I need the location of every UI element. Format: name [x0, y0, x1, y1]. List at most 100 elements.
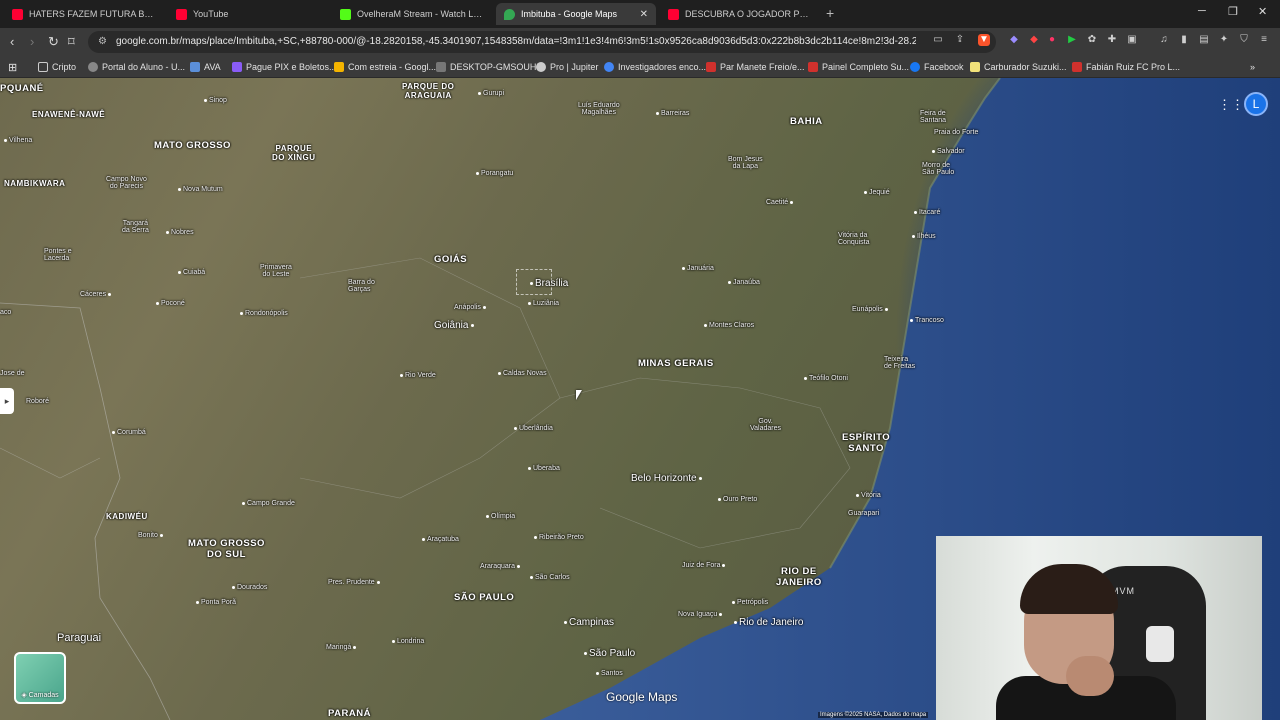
- brave-shield-icon[interactable]: ▼: [978, 34, 990, 46]
- city-londrina[interactable]: Londrina: [392, 638, 424, 645]
- city-caldas-novas[interactable]: Caldas Novas: [498, 370, 547, 377]
- city-caetite[interactable]: Caetité: [766, 199, 795, 206]
- tab-youtube[interactable]: YouTube: [168, 3, 328, 25]
- city-itacare[interactable]: Itacaré: [914, 209, 940, 216]
- site-info-icon[interactable]: ⚙: [98, 36, 107, 47]
- bookmark-portal-aluno[interactable]: Portal do Aluno - U...: [88, 60, 185, 74]
- city-bonito[interactable]: Bonito: [138, 532, 165, 539]
- extension-icon[interactable]: ●: [1046, 34, 1058, 46]
- city-aracatuba[interactable]: Araçatuba: [422, 536, 459, 543]
- city-juiz-de-fora[interactable]: Juiz de Fora: [682, 562, 727, 569]
- country-paraguai[interactable]: Paraguai: [57, 632, 101, 644]
- city-janauba[interactable]: Janaúba: [728, 279, 760, 286]
- city-luziania[interactable]: Luziânia: [528, 300, 559, 307]
- city-praia-do-forte[interactable]: Praia do Forte: [934, 129, 978, 136]
- extension-icon[interactable]: ◆: [1028, 34, 1040, 46]
- sidebar-icon[interactable]: ▮: [1178, 34, 1190, 46]
- close-icon[interactable]: ✕: [640, 9, 648, 20]
- city-vitoria[interactable]: Vitória: [856, 492, 881, 499]
- more-bookmarks-icon[interactable]: »: [1250, 60, 1255, 74]
- account-avatar[interactable]: L: [1244, 92, 1268, 116]
- bookmark-icon[interactable]: ⌑: [68, 34, 75, 50]
- city-rio-verde[interactable]: Rio Verde: [400, 372, 436, 379]
- reload-icon[interactable]: ↻: [48, 34, 59, 50]
- city-corumba[interactable]: Corumbá: [112, 429, 146, 436]
- extensions-puzzle-icon[interactable]: ✚: [1106, 34, 1118, 46]
- city-araraquara[interactable]: Araraquara: [480, 563, 522, 570]
- map-attribution[interactable]: Imagens ©2025 NASA, Dados do mapa: [818, 712, 929, 718]
- bookmark-painel[interactable]: Painel Completo Su...: [808, 60, 909, 74]
- city-caceres[interactable]: Cáceres: [80, 291, 113, 298]
- wallet-icon[interactable]: ▤: [1198, 34, 1210, 46]
- city-maringa[interactable]: Maringá: [326, 644, 358, 651]
- city-januaria[interactable]: Januária: [682, 265, 714, 272]
- forward-icon[interactable]: ›: [30, 34, 34, 49]
- bookmark-desktop[interactable]: DESKTOP-GMSOUHF: [436, 60, 542, 74]
- city-campo-novo[interactable]: Campo Novo do Parecis: [106, 176, 147, 190]
- city-jequie[interactable]: Jequié: [864, 189, 890, 196]
- city-robore[interactable]: Roboré: [26, 398, 49, 405]
- expand-side-panel-button[interactable]: ▸: [0, 388, 14, 414]
- city-teofilo-otoni[interactable]: Teófilo Otoni: [804, 375, 848, 382]
- city-gurupi[interactable]: Gurupi: [478, 90, 504, 97]
- bookmark-cripto[interactable]: Cripto: [38, 60, 76, 74]
- city-goiania[interactable]: Goiânia: [434, 320, 476, 331]
- city-anapolis[interactable]: Anápolis: [454, 304, 488, 311]
- city-tangara[interactable]: Tangará da Serra: [122, 220, 149, 234]
- city-jose-de[interactable]: Jose de: [0, 370, 25, 377]
- tab-haters[interactable]: HATERS FAZEM FUTURA BLUEZETE D: [4, 3, 164, 25]
- city-ponta-pora[interactable]: Ponta Porã: [196, 599, 236, 606]
- city-nova-mutum[interactable]: Nova Mutum: [178, 186, 223, 193]
- layers-button[interactable]: ◈ Camadas: [14, 652, 66, 704]
- tab-kick-stream[interactable]: OvelheraM Stream - Watch Live on K: [332, 3, 492, 25]
- bookmark-ava[interactable]: AVA: [190, 60, 221, 74]
- city-porangatu[interactable]: Porangatu: [476, 170, 513, 177]
- city-brasilia[interactable]: Brasília: [530, 278, 568, 289]
- leo-ai-icon[interactable]: ✦: [1218, 34, 1230, 46]
- city-vitoria-conquista[interactable]: Vitória da Conquista: [838, 232, 870, 246]
- extension-icon[interactable]: ◆: [1008, 34, 1020, 46]
- city-pocone[interactable]: Poconé: [156, 300, 185, 307]
- share-icon[interactable]: ⇪: [954, 34, 966, 46]
- url-text[interactable]: google.com.br/maps/place/Imbituba,+SC,+8…: [116, 36, 916, 47]
- bookmark-fabian-ruiz[interactable]: Fabián Ruiz FC Pro L...: [1072, 60, 1180, 74]
- city-nobres[interactable]: Nobres: [166, 229, 194, 236]
- bookmark-drive[interactable]: Com estreia - Googl...: [334, 60, 436, 74]
- city-feira-de-santana[interactable]: Feira de Santana: [920, 110, 946, 124]
- city-trancoso[interactable]: Trancoso: [910, 317, 944, 324]
- city-sao-paulo[interactable]: São Paulo: [584, 648, 635, 659]
- city-belo-horizonte[interactable]: Belo Horizonte: [631, 473, 704, 484]
- back-icon[interactable]: ‹: [10, 34, 14, 49]
- city-sao-carlos[interactable]: São Carlos: [530, 574, 570, 581]
- city-ouro-preto[interactable]: Ouro Preto: [718, 496, 757, 503]
- city-barreiras[interactable]: Barreiras: [656, 110, 689, 117]
- tab-descubra[interactable]: DESCUBRA O JOGADOR PELO CABEL: [660, 3, 820, 25]
- city-bom-jesus[interactable]: Bom Jesus da Lapa: [728, 156, 763, 170]
- city-santos[interactable]: Santos: [596, 670, 623, 677]
- new-tab-button[interactable]: +: [826, 5, 834, 21]
- apps-grid-icon[interactable]: ⊞: [8, 60, 17, 74]
- city-campo-grande[interactable]: Campo Grande: [242, 500, 295, 507]
- bookmark-manete[interactable]: Par Manete Freio/e...: [706, 60, 805, 74]
- cast-icon[interactable]: ▭: [932, 34, 944, 46]
- city-dourados[interactable]: Dourados: [232, 584, 267, 591]
- city-pres-prudente[interactable]: Pres. Prudente: [328, 579, 382, 586]
- city-eunapolis[interactable]: Eunápolis: [852, 306, 890, 313]
- city-uberlandia[interactable]: Uberlândia: [514, 425, 553, 432]
- city-nova-iguacu[interactable]: Nova Iguaçu: [678, 611, 724, 618]
- city-pontes-lacerda[interactable]: Pontes e Lacerda: [44, 248, 72, 262]
- bookmark-pix[interactable]: Pague PIX e Boletos...: [232, 60, 337, 74]
- screenshot-icon[interactable]: ▣: [1126, 34, 1138, 46]
- city-cuiaba[interactable]: Cuiabá: [178, 269, 205, 276]
- city-rondonopolis[interactable]: Rondonópolis: [240, 310, 288, 317]
- music-icon[interactable]: ♫: [1158, 34, 1170, 46]
- city-morro-sao-paulo[interactable]: Morro de São Paulo: [922, 162, 954, 176]
- city-gov-valadares[interactable]: Gov. Valadares: [750, 418, 781, 432]
- city-uberaba[interactable]: Uberaba: [528, 465, 560, 472]
- city-primavera[interactable]: Primavera do Leste: [260, 264, 292, 278]
- city-guarapari[interactable]: Guarapari: [848, 510, 879, 517]
- extension-icon[interactable]: ✿: [1086, 34, 1098, 46]
- city-petropolis[interactable]: Petrópolis: [732, 599, 768, 606]
- restore-icon[interactable]: ❐: [1228, 5, 1238, 18]
- vpn-icon[interactable]: ⛉: [1238, 34, 1250, 46]
